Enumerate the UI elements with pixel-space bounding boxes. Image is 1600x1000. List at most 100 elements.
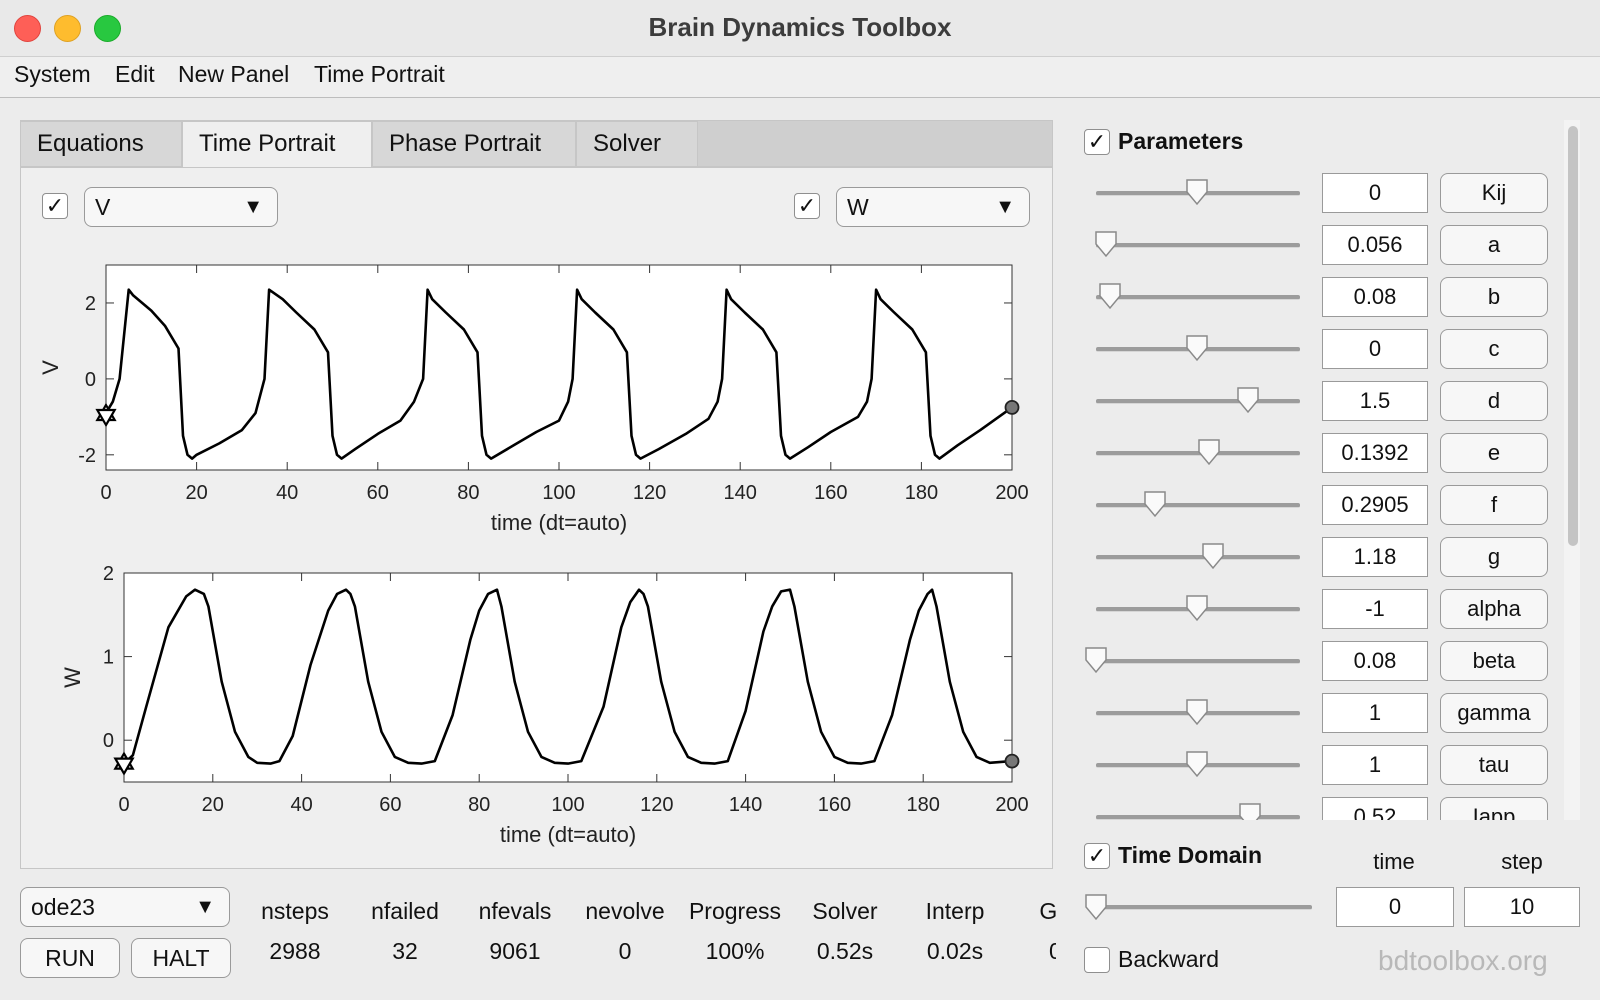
solver-select-value: ode23 (31, 894, 95, 920)
halt-button[interactable]: HALT (131, 938, 231, 978)
stat-value: 0.52s (816, 938, 874, 964)
parameter-value-d[interactable]: 1.5 (1322, 381, 1428, 421)
parameter-slider-thumb[interactable] (1201, 542, 1227, 572)
backward-checkbox[interactable] (1084, 947, 1110, 973)
parameters-checkbox[interactable]: ✓ (1084, 129, 1110, 155)
parameter-slider-thumb[interactable] (1185, 698, 1211, 728)
parameter-row-g: 1.18 g (1080, 527, 1550, 577)
parameter-slider-thumb[interactable] (1098, 282, 1124, 312)
plot2-ytick-label: 0 (103, 730, 114, 752)
parameter-slider-thumb[interactable] (1185, 334, 1211, 364)
solver-stats: nsteps 2988 nfailed 32 nfevals 9061 nevolve 0 Pr… (232, 898, 1056, 978)
time-domain-slider-thumb[interactable] (1084, 893, 1110, 923)
parameters-scrollbar-thumb[interactable] (1568, 126, 1578, 546)
parameter-value-f[interactable]: 0.2905 (1322, 485, 1428, 525)
solver-select[interactable]: ode23 ▼ (20, 887, 230, 927)
parameter-slider-a[interactable] (1096, 243, 1300, 248)
parameter-value-beta[interactable]: 0.08 (1322, 641, 1428, 681)
parameter-name-button-e[interactable]: e (1440, 433, 1548, 473)
parameter-name-button-g[interactable]: g (1440, 537, 1548, 577)
time-domain-checkbox[interactable]: ✓ (1084, 843, 1110, 869)
parameter-slider-thumb[interactable] (1094, 230, 1120, 260)
parameter-slider-thumb[interactable] (1185, 178, 1211, 208)
plot2-xtick-label: 180 (907, 794, 940, 816)
parameters-list: 0 Kij 0.056 a 0.08 b 0 c 1.5 d 0.1392 e 0.2905 f 1.18 g… (1080, 163, 1550, 820)
stat-value: 0.02s (926, 938, 984, 964)
time-input[interactable]: 0 (1336, 887, 1454, 927)
parameter-name-button-c[interactable]: c (1440, 329, 1548, 369)
stat-header: nfailed (371, 898, 439, 924)
step-input[interactable]: 10 (1464, 887, 1580, 927)
parameter-value-e[interactable]: 0.1392 (1322, 433, 1428, 473)
plot1-xlabel: time (dt=auto) (491, 510, 627, 535)
parameter-slider-f[interactable] (1096, 503, 1300, 508)
run-button[interactable]: RUN (20, 938, 120, 978)
stat-value: 2988 (269, 938, 321, 964)
parameter-slider-b[interactable] (1096, 295, 1300, 300)
time-domain-slider[interactable] (1090, 905, 1312, 910)
parameter-name-button-alpha[interactable]: alpha (1440, 589, 1548, 629)
parameter-name-button-f[interactable]: f (1440, 485, 1548, 525)
parameter-name-button-beta[interactable]: beta (1440, 641, 1548, 681)
plot2-end-marker (1004, 753, 1020, 769)
stat-value: 9061 (489, 938, 541, 964)
parameter-row-kij: 0 Kij (1080, 163, 1550, 213)
parameter-value-tau[interactable]: 1 (1322, 745, 1428, 785)
plot1-xtick-label: 80 (457, 482, 479, 504)
plot1-ylabel: V (38, 360, 63, 375)
parameter-slider-thumb[interactable] (1238, 802, 1264, 820)
plot2-ylabel: W (60, 667, 85, 688)
parameter-name-button-tau[interactable]: tau (1440, 745, 1548, 785)
parameter-slider-thumb[interactable] (1236, 386, 1262, 416)
stat-header: nsteps (261, 898, 329, 924)
plot2-xtick-label: 200 (995, 794, 1028, 816)
check-icon: ✓ (1087, 129, 1107, 154)
plot1-xtick-label: 60 (367, 482, 389, 504)
plot1-xtick-label: 20 (185, 482, 207, 504)
parameter-value-alpha[interactable]: -1 (1322, 589, 1428, 629)
plot1-end-marker (1004, 399, 1020, 415)
parameter-slider-iapp[interactable] (1096, 815, 1300, 820)
plot1-xtick-label: 200 (995, 482, 1028, 504)
parameter-name-button-a[interactable]: a (1440, 225, 1548, 265)
parameter-name-button-d[interactable]: d (1440, 381, 1548, 421)
parameter-slider-thumb[interactable] (1197, 438, 1223, 468)
parameter-name-button-kij[interactable]: Kij (1440, 173, 1548, 213)
plot1-xtick-label: 140 (724, 482, 757, 504)
parameter-slider-thumb[interactable] (1185, 750, 1211, 780)
parameter-name-button-gamma[interactable]: gamma (1440, 693, 1548, 733)
parameter-slider-g[interactable] (1096, 555, 1300, 560)
parameter-name-button-iapp[interactable]: Iapp (1440, 797, 1548, 820)
parameter-row-f: 0.2905 f (1080, 475, 1550, 525)
time-domain-header: Time Domain (1118, 842, 1262, 868)
plot1-xtick-label: 40 (276, 482, 298, 504)
parameter-name-button-b[interactable]: b (1440, 277, 1548, 317)
parameter-row-a: 0.056 a (1080, 215, 1550, 265)
plot2-xtick-label: 20 (202, 794, 224, 816)
parameter-value-g[interactable]: 1.18 (1322, 537, 1428, 577)
stat-value: 0.0 (1049, 938, 1056, 964)
stat-header: Progress (688, 898, 782, 924)
backward-label: Backward (1118, 946, 1219, 972)
parameter-slider-thumb[interactable] (1084, 646, 1110, 676)
parameter-value-iapp[interactable]: 0.52 (1322, 797, 1428, 820)
parameter-slider-thumb[interactable] (1143, 490, 1169, 520)
parameter-slider-beta[interactable] (1096, 659, 1300, 664)
stat-header: nevolve (585, 898, 665, 924)
parameter-value-kij[interactable]: 0 (1322, 173, 1428, 213)
plot2-xtick-label: 0 (118, 794, 129, 816)
plot1-ytick-label: 0 (85, 369, 96, 391)
parameter-value-a[interactable]: 0.056 (1322, 225, 1428, 265)
dropdown-arrow-icon: ▼ (195, 896, 215, 918)
parameter-value-gamma[interactable]: 1 (1322, 693, 1428, 733)
stat-header: Interp (925, 898, 985, 924)
plot2-xtick-label: 40 (290, 794, 312, 816)
parameter-row-b: 0.08 b (1080, 267, 1550, 317)
parameter-slider-thumb[interactable] (1185, 594, 1211, 624)
parameter-slider-d[interactable] (1096, 399, 1300, 404)
parameter-value-b[interactable]: 0.08 (1322, 277, 1428, 317)
plot1-xtick-label: 100 (542, 482, 575, 504)
parameter-row-tau: 1 tau (1080, 735, 1550, 785)
parameter-value-c[interactable]: 0 (1322, 329, 1428, 369)
plot1-ytick-label: 2 (85, 293, 96, 315)
